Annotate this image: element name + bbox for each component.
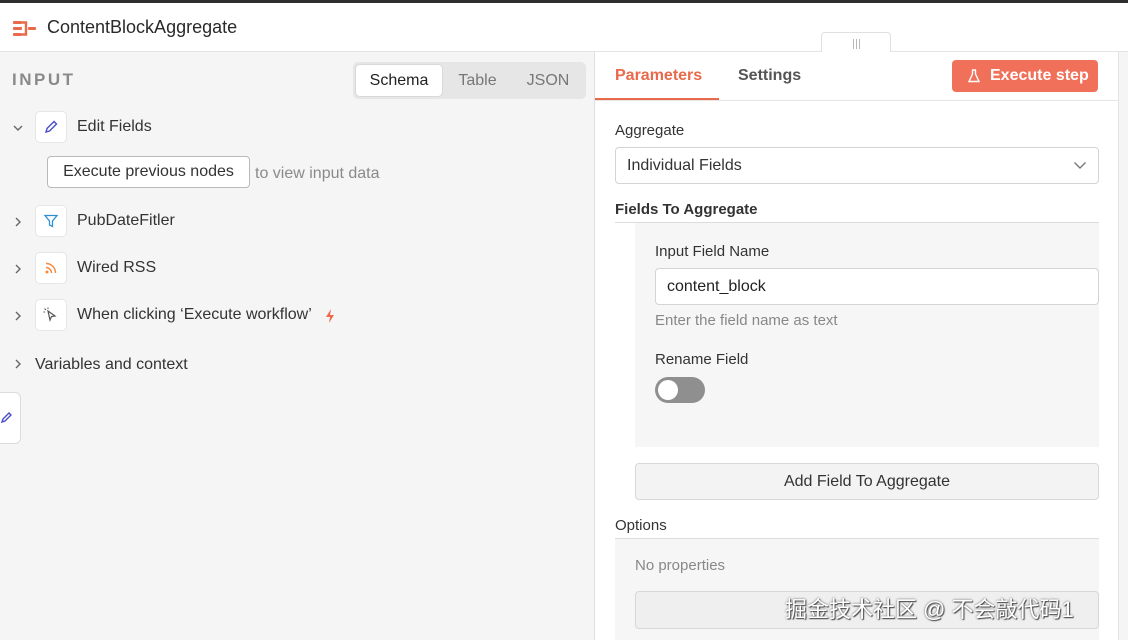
tabs-divider — [595, 100, 1119, 101]
watermark: 掘金技术社区 @ 不会敲代码1 — [785, 597, 1074, 622]
pencil-icon — [35, 111, 67, 143]
rename-field-label: Rename Field — [655, 351, 749, 368]
input-node-edit-fields[interactable]: Edit Fields — [0, 111, 590, 145]
input-panel: INPUT Schema Table JSON Edit Fields Exec… — [0, 52, 594, 640]
execute-step-button[interactable]: Execute step — [952, 60, 1098, 92]
tab-json[interactable]: JSON — [513, 65, 583, 96]
pencil-icon — [0, 412, 12, 424]
input-field-name-value: content_block — [667, 278, 766, 295]
toggle-knob — [658, 380, 678, 400]
variables-and-context[interactable]: Variables and context — [35, 356, 188, 374]
input-field-name-hint: Enter the field name as text — [655, 312, 838, 329]
node-label: PubDateFitler — [77, 212, 175, 229]
rename-field-toggle[interactable] — [655, 377, 705, 403]
collapsed-panel-tab[interactable] — [0, 392, 21, 444]
input-node-pubdatefitler[interactable]: PubDateFitler — [0, 205, 590, 239]
aggregate-label: Aggregate — [615, 122, 685, 139]
options-title: Options — [615, 517, 667, 534]
execute-step-label: Execute step — [990, 67, 1089, 84]
node-header: ContentBlockAggregate — [0, 0, 1128, 56]
chevron-right-icon[interactable] — [12, 358, 24, 370]
input-field-name-label: Input Field Name — [655, 243, 770, 260]
chevron-right-icon[interactable] — [12, 263, 24, 275]
node-title[interactable]: ContentBlockAggregate — [47, 17, 237, 38]
chevron-down-icon[interactable] — [12, 122, 24, 134]
flask-icon — [968, 69, 980, 83]
execute-previous-nodes-button[interactable]: Execute previous nodes — [47, 156, 250, 188]
aggregate-select-value: Individual Fields — [627, 157, 742, 174]
input-panel-title: INPUT — [12, 70, 76, 89]
view-input-hint: to view input data — [255, 165, 380, 182]
tab-settings[interactable]: Settings — [738, 67, 801, 85]
input-node-wired-rss[interactable]: Wired RSS — [0, 252, 590, 286]
chevron-right-icon[interactable] — [12, 310, 24, 322]
aggregate-node-icon — [12, 16, 38, 42]
add-field-to-aggregate-button[interactable]: Add Field To Aggregate — [635, 463, 1099, 500]
chevron-right-icon[interactable] — [12, 216, 24, 228]
right-edge-gutter — [1118, 52, 1128, 640]
parameters-panel: Parameters Settings Execute step Aggrega… — [594, 52, 1120, 640]
chevron-down-icon — [1074, 162, 1086, 169]
input-field-name-input[interactable]: content_block — [655, 268, 1099, 305]
lightning-bolt-icon — [326, 309, 334, 323]
cursor-click-icon — [35, 299, 67, 331]
tab-parameters[interactable]: Parameters — [615, 67, 702, 85]
filter-icon — [35, 205, 67, 237]
tab-table[interactable]: Table — [445, 65, 510, 96]
no-properties-text: No properties — [635, 557, 726, 574]
rss-icon — [35, 252, 67, 284]
aggregate-select[interactable]: Individual Fields — [615, 147, 1099, 184]
node-label: Edit Fields — [77, 118, 152, 135]
view-mode-switcher: Schema Table JSON — [353, 62, 586, 99]
tab-schema[interactable]: Schema — [356, 65, 442, 96]
node-label: When clicking ‘Execute workflow’ — [77, 306, 312, 323]
fields-to-aggregate-title: Fields To Aggregate — [615, 201, 758, 218]
input-node-manual-trigger[interactable]: When clicking ‘Execute workflow’ — [0, 299, 590, 333]
node-label: Wired RSS — [77, 259, 157, 276]
